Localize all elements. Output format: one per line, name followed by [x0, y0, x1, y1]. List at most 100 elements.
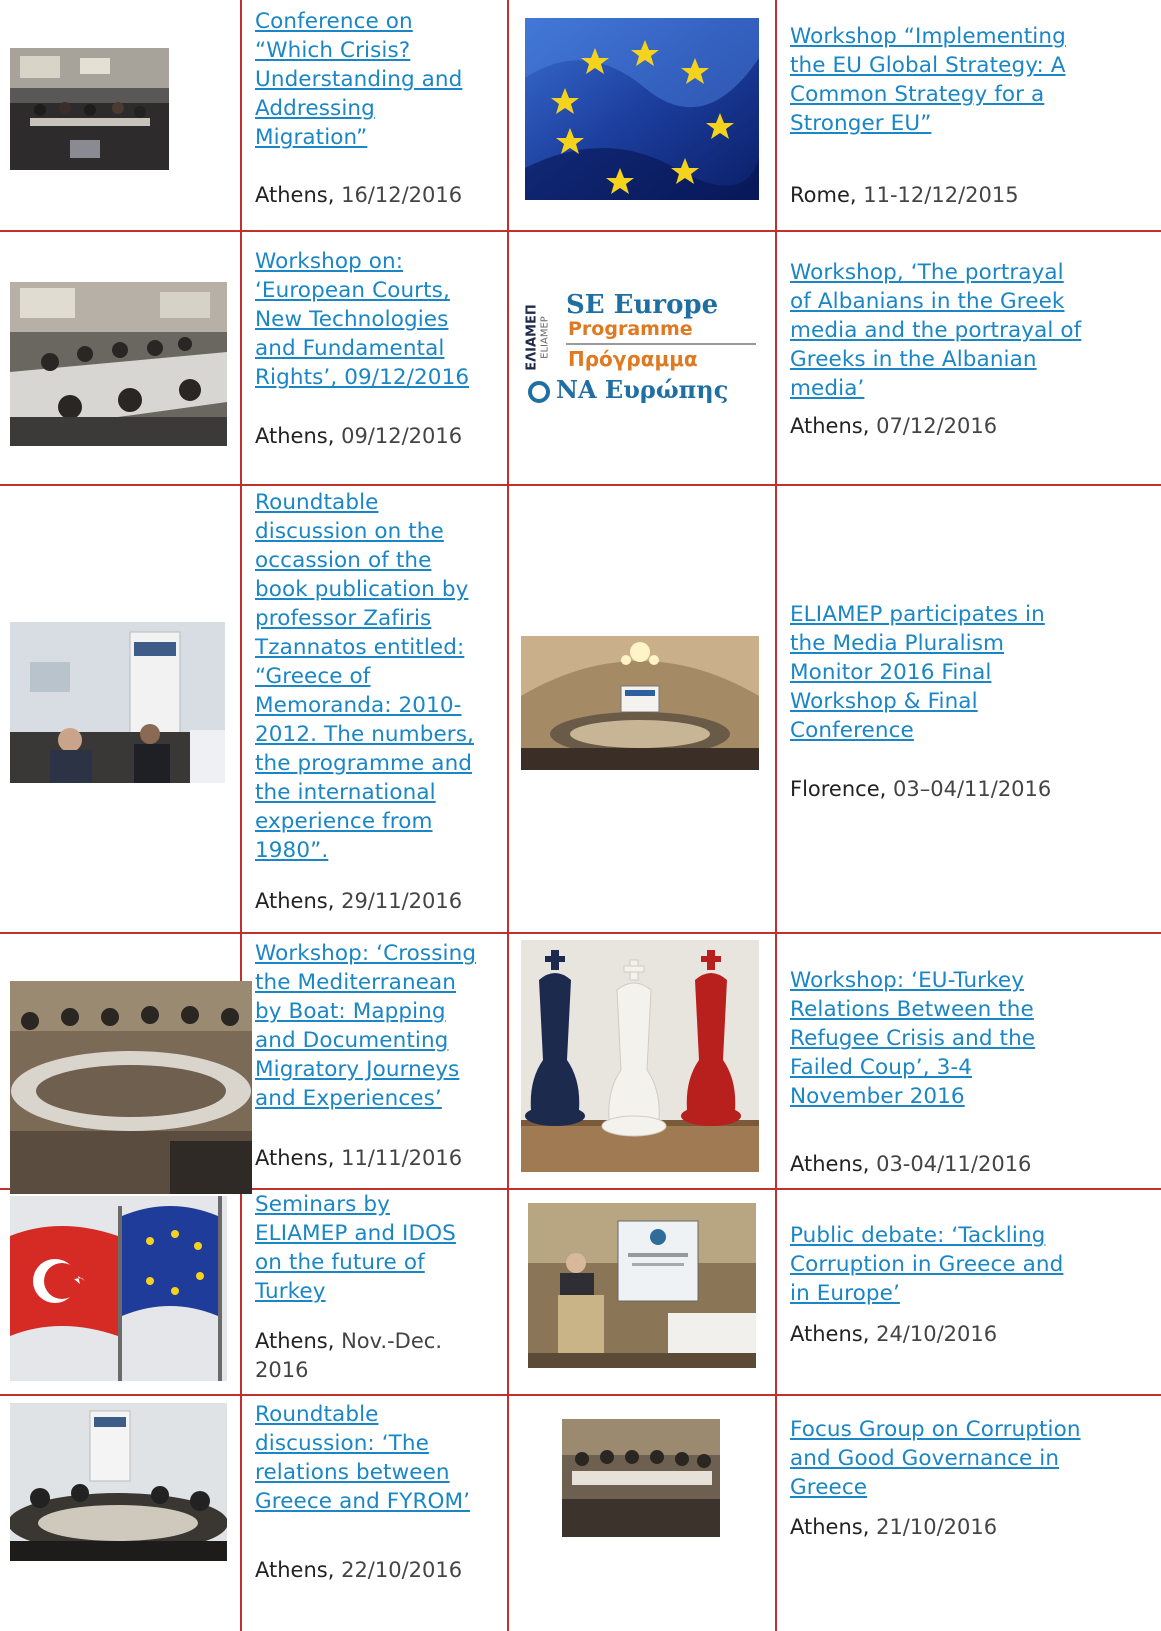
title-line: media’ — [790, 376, 865, 401]
title-line: Conference — [790, 718, 914, 743]
event-title-link[interactable]: Workshop on: ‘European Courts, New Techn… — [255, 247, 495, 392]
title-line: Greece — [790, 1475, 868, 1500]
event-title-link[interactable]: Roundtable discussion on the occassion o… — [255, 488, 500, 865]
event-title-link[interactable]: Workshop, ‘The portrayal of Albanians in… — [790, 258, 1150, 403]
circle-arrow-icon — [528, 381, 550, 403]
row-divider — [0, 484, 1161, 486]
event-cell: ELIAMEP participates in the Media Plural… — [790, 600, 1150, 810]
title-line: the Mediterranean — [255, 970, 457, 995]
title-line: discussion: ‘The — [255, 1431, 429, 1456]
title-line: Workshop: ‘EU-Turkey — [790, 968, 1025, 993]
title-line: in Europe’ — [790, 1281, 900, 1306]
title-line: professor Zafiris — [255, 606, 432, 631]
event-title-link[interactable]: Workshop “Implementing the EU Global Str… — [790, 22, 1150, 138]
title-line: Roundtable — [255, 1402, 379, 1427]
logo-line-programme: Programme — [568, 318, 693, 340]
roundtable-room-photo[interactable] — [10, 1403, 227, 1561]
title-line: Refugee Crisis and the — [790, 1026, 1036, 1051]
event-cell: Public debate: ‘Tackling Corruption in G… — [790, 1221, 1150, 1391]
title-line: Memoranda: 2010- — [255, 693, 462, 718]
title-line: Addressing — [255, 96, 375, 121]
title-line: the EU Global Strategy: A — [790, 53, 1066, 78]
event-date: 29/11/2016 — [341, 889, 463, 913]
event-title-link[interactable]: Focus Group on Corruption and Good Gover… — [790, 1415, 1150, 1502]
event-place: Athens, — [255, 889, 335, 913]
focus-group-photo[interactable] — [562, 1419, 720, 1537]
event-cell: Workshop on: ‘European Courts, New Techn… — [255, 247, 495, 477]
event-title-link[interactable]: Conference on “Which Crisis? Understandi… — [255, 7, 495, 152]
title-line: the Media Pluralism — [790, 631, 1005, 656]
event-date: 22/10/2016 — [341, 1558, 463, 1582]
event-title-link[interactable]: Workshop: ‘Crossing the Mediterranean by… — [255, 939, 505, 1113]
event-date: 24/10/2016 — [876, 1322, 998, 1346]
title-line: Tzannatos entitled: — [255, 635, 465, 660]
event-title-link[interactable]: ELIAMEP participates in the Media Plural… — [790, 600, 1150, 745]
title-line: Migration” — [255, 125, 368, 150]
row-divider — [0, 932, 1161, 934]
event-place: Athens, — [790, 1322, 870, 1346]
event-place: Athens, — [790, 1515, 870, 1539]
roundtable-speaker-photo[interactable] — [10, 622, 225, 783]
event-place: Athens, — [255, 183, 335, 207]
event-place: Athens, — [255, 1329, 335, 1353]
event-title-link[interactable]: Workshop: ‘EU-Turkey Relations Between t… — [790, 966, 1150, 1111]
logo-divider — [566, 343, 756, 345]
title-line: “Which Crisis? — [255, 38, 411, 63]
eliamep-vertical-mark: ΕΛΙΑΜΕΠ ELIAMEP — [524, 291, 551, 379]
event-date: 07/12/2016 — [876, 414, 998, 438]
title-line: 1980”. — [255, 838, 329, 863]
event-title-link[interactable]: Roundtable discussion: ‘The relations be… — [255, 1400, 500, 1516]
title-line: Workshop on: — [255, 249, 404, 274]
column-divider — [507, 0, 509, 1631]
title-line: occassion of the — [255, 548, 432, 573]
events-table: Conference on “Which Crisis? Understandi… — [0, 0, 1161, 1631]
event-place: Rome, — [790, 183, 857, 207]
title-line: New Technologies — [255, 307, 449, 332]
title-line: Understanding and — [255, 67, 463, 92]
event-location-date: Athens, 03-04/11/2016 — [790, 1150, 1031, 1179]
row-divider — [0, 1394, 1161, 1396]
event-date: 21/10/2016 — [876, 1515, 998, 1539]
event-location-date: Athens, 24/10/2016 — [790, 1320, 997, 1349]
meeting-room-photo[interactable] — [10, 981, 252, 1194]
event-place: Athens, — [790, 1152, 870, 1176]
event-date: Nov.-Dec. — [341, 1329, 442, 1353]
title-line: ‘European Courts, — [255, 278, 450, 303]
event-location-date: Athens, 29/11/2016 — [255, 887, 462, 916]
event-date: 11-12/12/2015 — [863, 183, 1019, 207]
event-location-date: Athens, 09/12/2016 — [255, 422, 462, 451]
logo-vertical-text-latin: ELIAMEP — [539, 316, 551, 359]
title-line: and Fundamental — [255, 336, 445, 361]
title-line: the international — [255, 780, 436, 805]
event-cell: Workshop “Implementing the EU Global Str… — [790, 22, 1150, 222]
title-line: Failed Coup’, 3-4 — [790, 1055, 972, 1080]
conference-room-photo[interactable] — [10, 48, 169, 170]
turkey-eu-flags-photo[interactable] — [10, 1196, 227, 1381]
chess-kings-photo[interactable] — [521, 940, 759, 1172]
title-line: Public debate: ‘Tackling — [790, 1223, 1046, 1248]
title-line: 2012. The numbers, — [255, 722, 474, 747]
event-title-link[interactable]: Public debate: ‘Tackling Corruption in G… — [790, 1221, 1150, 1308]
event-location-date: Athens, 22/10/2016 — [255, 1556, 462, 1585]
event-location-date: Athens, 11/11/2016 — [255, 1144, 462, 1173]
event-location-date: Athens, 21/10/2016 — [790, 1513, 997, 1542]
title-line: Greeks in the Albanian — [790, 347, 1037, 372]
event-cell: Focus Group on Corruption and Good Gover… — [790, 1415, 1150, 1625]
column-divider — [240, 0, 242, 1631]
podium-speaker-photo[interactable] — [528, 1203, 756, 1368]
title-line: Monitor 2016 Final — [790, 660, 992, 685]
workshop-table-photo[interactable] — [10, 282, 227, 446]
title-line: ELIAMEP and IDOS — [255, 1221, 456, 1246]
event-title-link[interactable]: Seminars by ELIAMEP and IDOS on the futu… — [255, 1190, 500, 1306]
title-line: book publication by — [255, 577, 469, 602]
event-location-date: Athens, 07/12/2016 — [790, 412, 997, 441]
chandelier-hall-photo[interactable] — [521, 636, 759, 770]
eu-flag-photo[interactable] — [525, 18, 759, 200]
logo-line-se-europe: SE Europe — [566, 290, 719, 320]
logo-line-na-europis: ΝΑ Ευρώπης — [556, 375, 729, 404]
title-line: Migratory Journeys — [255, 1057, 460, 1082]
event-location-date: Florence, 03–04/11/2016 — [790, 775, 1051, 804]
title-line: of Albanians in the Greek — [790, 289, 1065, 314]
se-europe-programme-logo[interactable]: ΕΛΙΑΜΕΠ ELIAMEP SE Europe Programme Πρόγ… — [522, 285, 762, 415]
event-cell: Roundtable discussion on the occassion o… — [255, 488, 500, 928]
